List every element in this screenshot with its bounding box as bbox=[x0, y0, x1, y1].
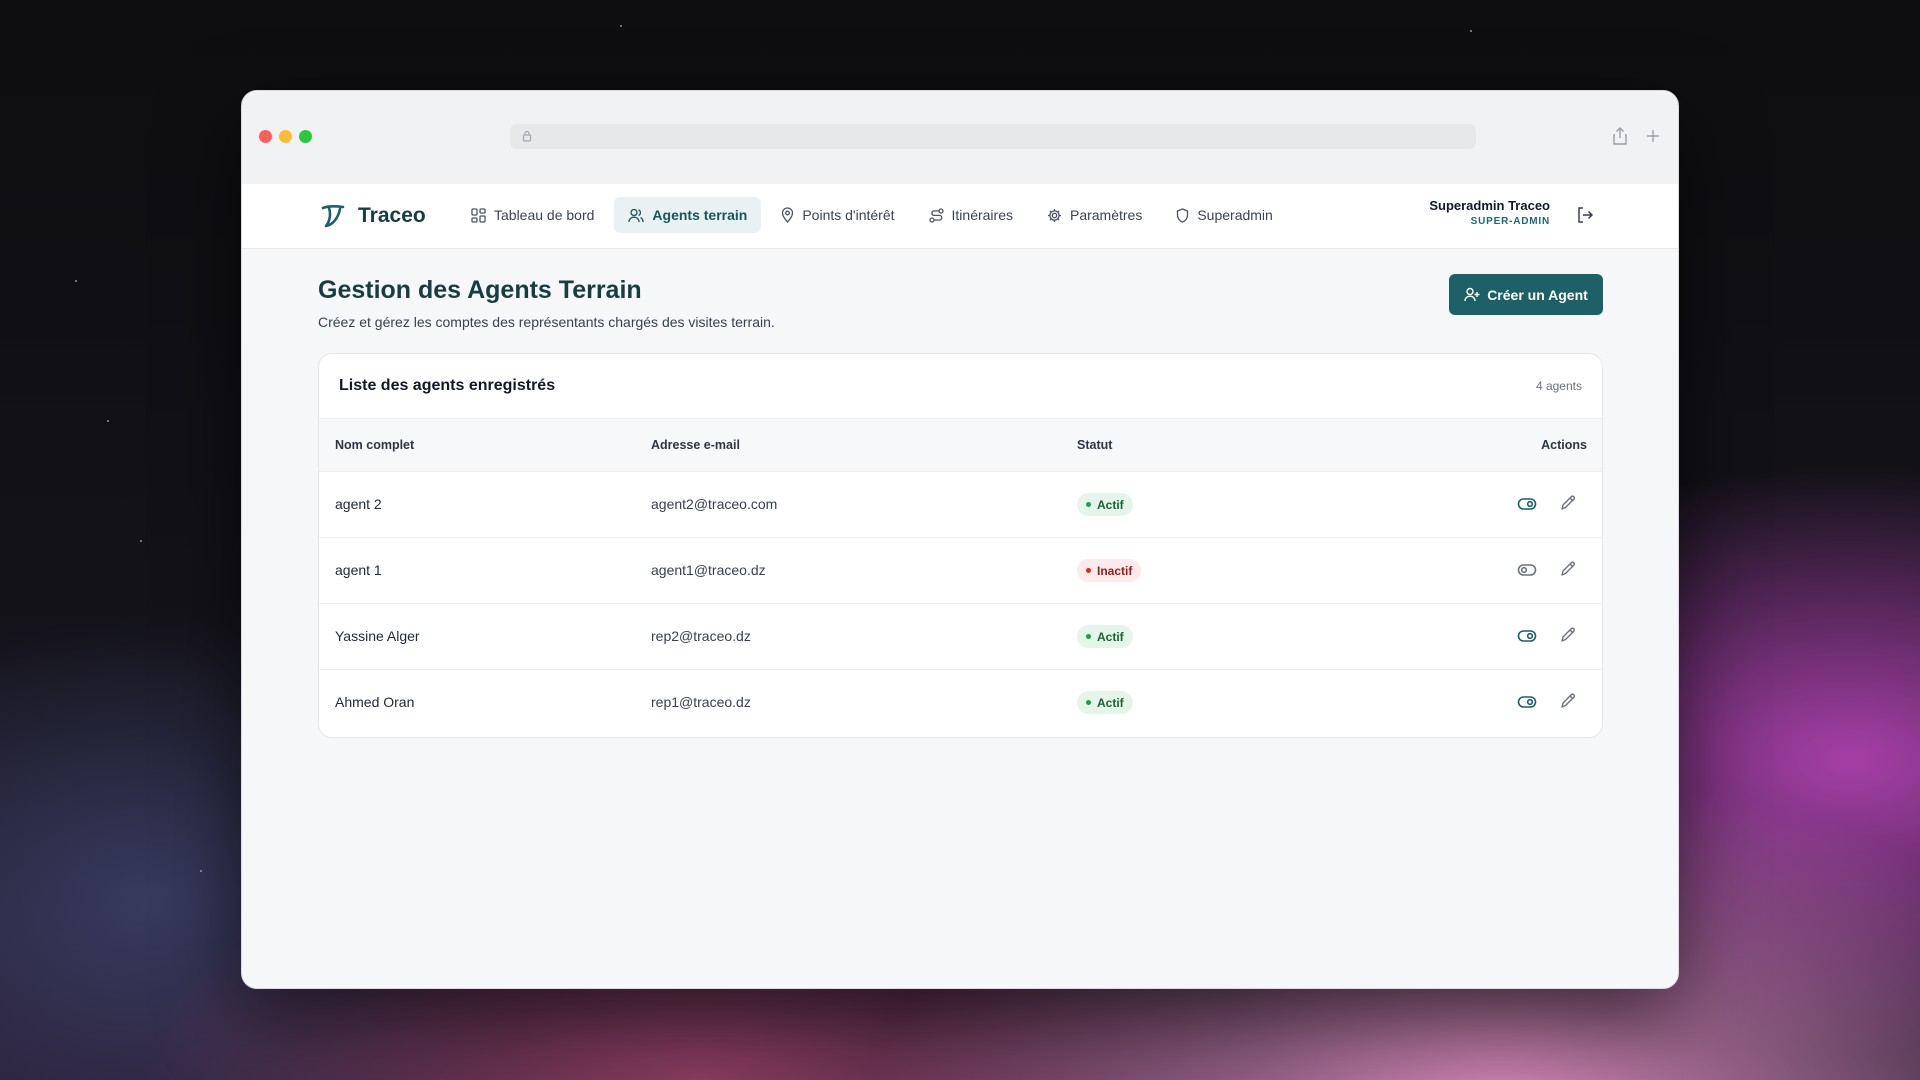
toggle-on-icon[interactable] bbox=[1517, 494, 1537, 514]
agent-name: Ahmed Oran bbox=[335, 694, 415, 710]
agent-email: agent1@traceo.dz bbox=[651, 562, 766, 578]
status-label: Inactif bbox=[1097, 563, 1133, 578]
status-dot bbox=[1086, 634, 1091, 639]
share-icon[interactable] bbox=[1612, 127, 1628, 145]
address-bar[interactable] bbox=[510, 124, 1476, 149]
status-label: Actif bbox=[1097, 497, 1124, 512]
brand[interactable]: Traceo bbox=[320, 203, 426, 229]
nav-item-agents-terrain[interactable]: Agents terrain bbox=[614, 197, 762, 233]
agent-name: agent 2 bbox=[335, 496, 382, 512]
table-row: agent 1 agent1@traceo.dz Inactif bbox=[319, 538, 1602, 604]
pencil-icon[interactable] bbox=[1559, 626, 1577, 644]
page-subtitle: Créez et gérez les comptes des représent… bbox=[318, 314, 775, 330]
pencil-icon[interactable] bbox=[1559, 692, 1577, 710]
nav-item-label: Agents terrain bbox=[652, 207, 748, 223]
browser-window: Traceo Tableau de bord Agents terrain Po… bbox=[241, 90, 1679, 989]
nav-item-parametres[interactable]: Paramètres bbox=[1033, 197, 1156, 233]
maximize-window-button[interactable] bbox=[299, 130, 312, 143]
agent-name: Yassine Alger bbox=[335, 628, 420, 644]
dashboard-grid-icon bbox=[471, 207, 486, 223]
agent-email: rep1@traceo.dz bbox=[651, 694, 751, 710]
background-star bbox=[200, 870, 202, 872]
table-row: agent 2 agent2@traceo.com Actif bbox=[319, 472, 1602, 538]
background-star bbox=[107, 420, 109, 422]
lock-icon bbox=[522, 130, 532, 142]
brand-name: Traceo bbox=[358, 204, 426, 227]
user-plus-icon bbox=[1464, 287, 1480, 302]
column-header-email[interactable]: Adresse e-mail bbox=[651, 438, 740, 452]
card-title: Liste des agents enregistrés bbox=[339, 377, 556, 394]
agent-email: agent2@traceo.com bbox=[651, 496, 778, 512]
status-dot bbox=[1086, 700, 1091, 705]
minimize-window-button[interactable] bbox=[279, 130, 292, 143]
pencil-icon[interactable] bbox=[1559, 494, 1577, 512]
browser-chrome bbox=[242, 91, 1678, 184]
toggle-on-icon[interactable] bbox=[1517, 692, 1537, 712]
gear-icon bbox=[1047, 208, 1061, 222]
top-navbar: Traceo Tableau de bord Agents terrain Po… bbox=[242, 184, 1678, 249]
background-star bbox=[140, 540, 142, 542]
nav-item-itineraires[interactable]: Itinéraires bbox=[915, 197, 1027, 233]
status-badge: Actif bbox=[1077, 691, 1133, 714]
table-row: Ahmed Oran rep1@traceo.dz Actif bbox=[319, 670, 1602, 736]
route-icon bbox=[928, 207, 944, 223]
status-badge: Inactif bbox=[1077, 559, 1142, 582]
logout-icon[interactable] bbox=[1576, 206, 1594, 224]
users-icon bbox=[628, 208, 645, 222]
table-header: Nom complet Adresse e-mail Statut Action… bbox=[319, 419, 1602, 472]
new-tab-icon[interactable] bbox=[1646, 129, 1660, 143]
agents-table-card: Liste des agents enregistrés 4 agents No… bbox=[318, 353, 1603, 738]
column-header-status[interactable]: Statut bbox=[1077, 438, 1112, 452]
status-badge: Actif bbox=[1077, 625, 1133, 648]
background-star bbox=[1470, 30, 1472, 32]
nav-item-points-d-interet[interactable]: Points d'intérêt bbox=[767, 197, 908, 233]
user-name: Superadmin Traceo bbox=[1429, 198, 1550, 213]
page-title: Gestion des Agents Terrain bbox=[318, 276, 642, 304]
nav-item-label: Tableau de bord bbox=[494, 207, 595, 223]
main-nav: Tableau de bord Agents terrain Points d'… bbox=[457, 197, 1287, 233]
create-agent-button[interactable]: Créer un Agent bbox=[1449, 274, 1603, 315]
user-info: Superadmin Traceo SUPER-ADMIN bbox=[1429, 198, 1550, 227]
close-window-button[interactable] bbox=[259, 130, 272, 143]
shield-icon bbox=[1177, 207, 1189, 223]
background-star bbox=[620, 25, 622, 27]
status-label: Actif bbox=[1097, 695, 1124, 710]
table-row: Yassine Alger rep2@traceo.dz Actif bbox=[319, 604, 1602, 670]
nav-item-label: Superadmin bbox=[1197, 207, 1273, 223]
agent-name: agent 1 bbox=[335, 562, 382, 578]
toggle-off-icon[interactable] bbox=[1517, 560, 1537, 580]
traceo-logo-icon bbox=[321, 205, 345, 228]
main-content: Gestion des Agents Terrain Créez et gére… bbox=[318, 274, 1603, 738]
status-badge: Actif bbox=[1077, 493, 1133, 516]
user-role: SUPER-ADMIN bbox=[1470, 216, 1550, 227]
nav-item-superadmin[interactable]: Superadmin bbox=[1162, 197, 1287, 233]
create-agent-label: Créer un Agent bbox=[1487, 286, 1588, 303]
status-label: Actif bbox=[1097, 629, 1124, 644]
card-header: Liste des agents enregistrés 4 agents bbox=[319, 354, 1602, 419]
status-dot bbox=[1086, 502, 1091, 507]
agents-count: 4 agents bbox=[1535, 379, 1582, 393]
nav-item-label: Itinéraires bbox=[951, 207, 1013, 223]
nav-item-label: Paramètres bbox=[1069, 207, 1143, 223]
background-star bbox=[75, 280, 77, 282]
column-header-actions: Actions bbox=[1541, 438, 1587, 452]
nav-item-label: Points d'intérêt bbox=[802, 207, 895, 223]
pencil-icon[interactable] bbox=[1559, 560, 1577, 578]
agent-email: rep2@traceo.dz bbox=[651, 628, 751, 644]
status-dot bbox=[1086, 568, 1091, 573]
map-pin-icon bbox=[782, 207, 794, 223]
column-header-name[interactable]: Nom complet bbox=[335, 438, 414, 452]
nav-item-tableau-de-bord[interactable]: Tableau de bord bbox=[457, 197, 608, 233]
toggle-on-icon[interactable] bbox=[1517, 626, 1537, 646]
